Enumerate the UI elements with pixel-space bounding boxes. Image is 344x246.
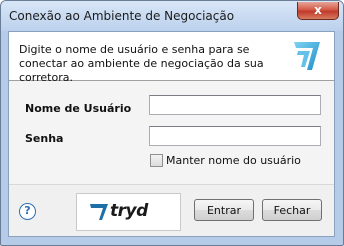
tryd-arrow-icon <box>294 42 320 70</box>
title-bar[interactable]: Conexão ao Ambiente de Negociação x <box>1 1 343 31</box>
username-field[interactable] <box>149 95 321 115</box>
username-label: Nome de Usuário <box>25 102 132 115</box>
tryd-logo-mark <box>90 204 108 220</box>
window-close-button[interactable]: x <box>297 2 339 20</box>
header-message: Digite o nome de usuário e senha para se… <box>19 43 264 84</box>
header-banner: Digite o nome de usuário e senha para se… <box>9 32 334 84</box>
remember-username-label[interactable]: Manter nome do usuário <box>166 154 301 167</box>
dialog-footer: ? tryd Entrar Fechar <box>9 184 334 236</box>
password-field[interactable] <box>149 126 321 146</box>
close-button[interactable]: Fechar <box>262 199 322 221</box>
connect-button[interactable]: Entrar <box>194 199 254 221</box>
login-dialog: Conexão ao Ambiente de Negociação x Digi… <box>0 0 344 246</box>
help-icon[interactable]: ? <box>19 203 36 220</box>
window-title: Conexão ao Ambiente de Negociação <box>9 9 235 23</box>
password-label: Senha <box>25 132 64 145</box>
dialog-content: Digite o nome de usuário e senha para se… <box>8 31 335 237</box>
remember-username-checkbox[interactable] <box>150 154 163 167</box>
close-icon: x <box>314 3 322 17</box>
login-form: Nome de Usuário Senha Manter nome do usu… <box>9 81 334 184</box>
tryd-logo-text: tryd <box>110 201 148 221</box>
tryd-logo: tryd <box>76 193 181 231</box>
